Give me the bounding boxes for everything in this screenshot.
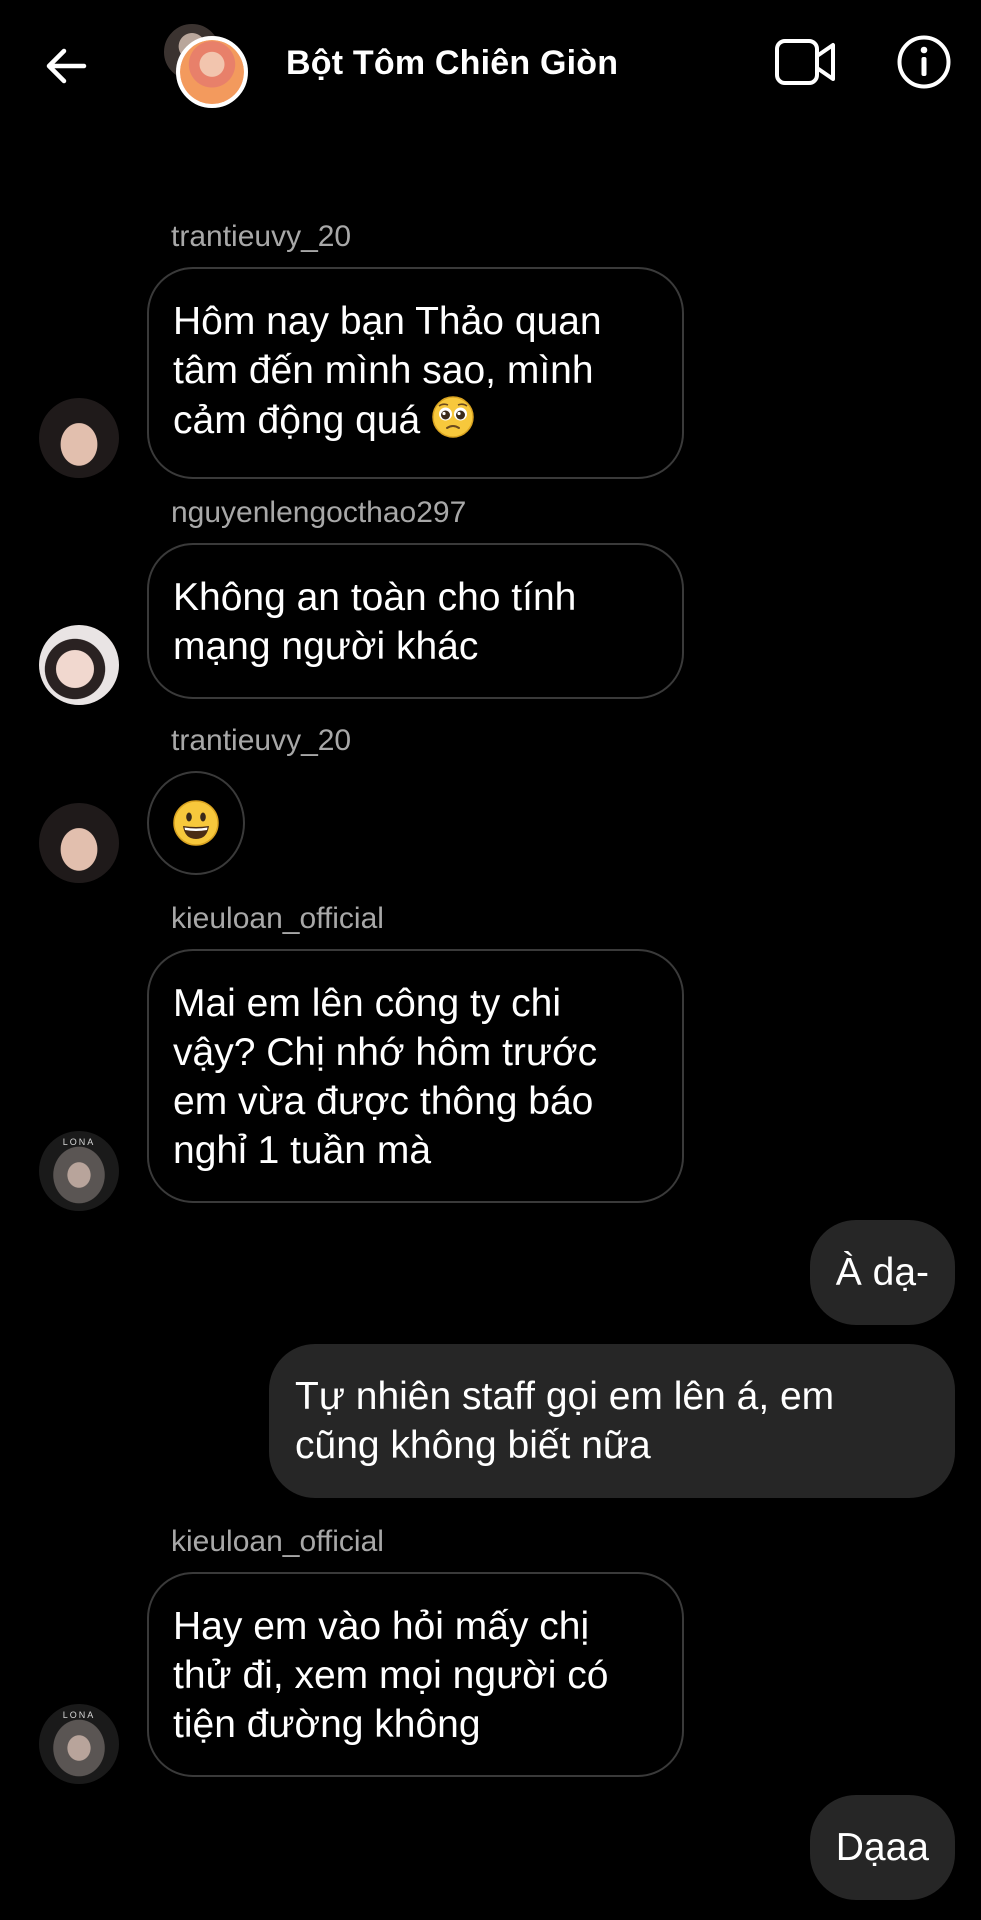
info-circle-icon: [897, 35, 951, 89]
avatar-logo-text: LONA: [62, 1710, 96, 1720]
incoming-message[interactable]: Không an toàn cho tính mạng người khác: [147, 543, 684, 699]
video-camera-icon: [775, 39, 835, 85]
message-text: Dạaa: [835, 1826, 929, 1869]
sender-name: nguyenlengocthao297: [171, 496, 467, 529]
grinning-face-emoji: [173, 800, 219, 846]
message-text: Hay em vào hỏi mấy chị thử đi, xem mọi n…: [173, 1605, 609, 1746]
outgoing-message[interactable]: À dạ-: [809, 1220, 955, 1325]
avatar-logo-text: LONA: [62, 1137, 96, 1147]
avatar-trantieuvy[interactable]: [39, 803, 119, 883]
pleading-face-emoji: [431, 395, 475, 451]
avatar-kieuloan[interactable]: LONA: [39, 1704, 119, 1784]
sender-name: trantieuvy_20: [171, 220, 352, 253]
video-call-button[interactable]: [774, 30, 838, 94]
outgoing-message[interactable]: Tự nhiên staff gọi em lên á, em cũng khô…: [269, 1344, 955, 1498]
outgoing-message[interactable]: Dạaa: [809, 1795, 955, 1900]
group-avatar[interactable]: [162, 20, 256, 112]
message-text: Không an toàn cho tính mạng người khác: [173, 576, 577, 668]
chat-screen: Bột Tôm Chiên Giòn trantieuvy_20 Hôm nay…: [0, 0, 981, 1920]
member-avatar-primary: [176, 36, 248, 108]
info-button[interactable]: [892, 30, 956, 94]
incoming-message[interactable]: Hay em vào hỏi mấy chị thử đi, xem mọi n…: [147, 1572, 684, 1777]
message-text: Hôm nay bạn Thảo quan tâm đến mình sao, …: [173, 300, 602, 442]
sender-name: trantieuvy_20: [171, 724, 352, 757]
sender-name: kieuloan_official: [171, 1525, 384, 1558]
incoming-message[interactable]: Mai em lên công ty chi vậy? Chị nhớ hôm …: [147, 949, 684, 1203]
chat-header: Bột Tôm Chiên Giòn: [0, 0, 981, 132]
arrow-left-icon: [46, 48, 87, 84]
message-text: À dạ-: [835, 1251, 929, 1294]
sender-name: kieuloan_official: [171, 902, 384, 935]
message-text: Tự nhiên staff gọi em lên á, em cũng khô…: [295, 1375, 835, 1467]
avatar-kieuloan[interactable]: LONA: [39, 1131, 119, 1211]
incoming-emoji-message[interactable]: [147, 771, 245, 875]
chat-title[interactable]: Bột Tôm Chiên Giòn: [286, 44, 618, 83]
back-button[interactable]: [36, 36, 96, 96]
message-text: Mai em lên công ty chi vậy? Chị nhớ hôm …: [173, 982, 598, 1172]
avatar-nguyenlengocthao[interactable]: [39, 625, 119, 705]
incoming-message[interactable]: Hôm nay bạn Thảo quan tâm đến mình sao, …: [147, 267, 684, 479]
avatar-trantieuvy[interactable]: [39, 398, 119, 478]
